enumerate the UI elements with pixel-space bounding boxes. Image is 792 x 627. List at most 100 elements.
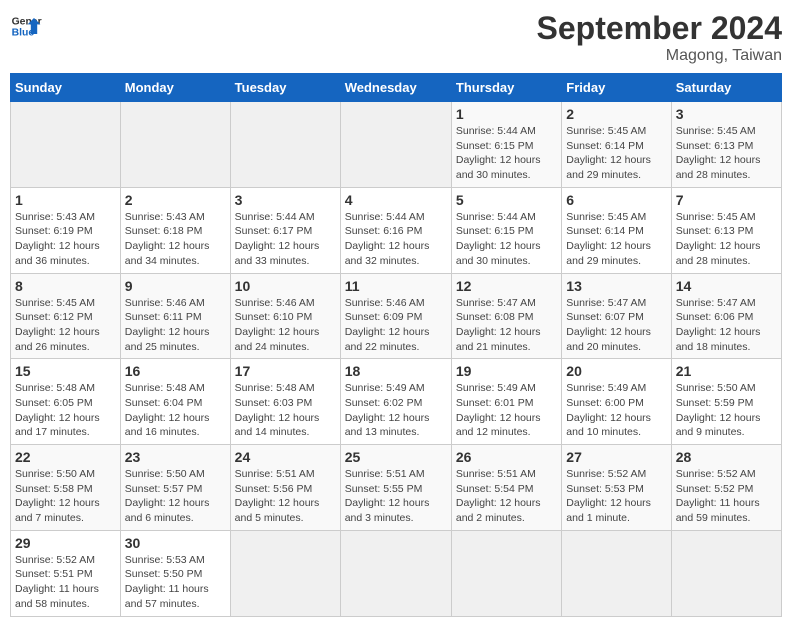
day-info: Sunrise: 5:51 AMSunset: 5:56 PMDaylight:… [235,467,336,526]
calendar-cell: 8Sunrise: 5:45 AMSunset: 6:12 PMDaylight… [11,273,121,359]
day-info: Sunrise: 5:45 AMSunset: 6:14 PMDaylight:… [566,210,666,269]
calendar-table: SundayMondayTuesdayWednesdayThursdayFrid… [10,73,782,617]
day-number: 1 [15,192,116,208]
day-number: 8 [15,278,116,294]
day-number: 1 [456,106,557,122]
calendar-cell: 5 Sunrise: 5:44 AMSunset: 6:15 PMDaylight… [451,187,561,273]
day-number: 17 [235,363,336,379]
month-title: September 2024 [537,10,782,47]
day-number: 16 [125,363,226,379]
day-info: Sunrise: 5:53 AMSunset: 5:50 PMDaylight:… [125,553,226,612]
day-number: 30 [125,535,226,551]
calendar-week-0: 1 Sunrise: 5:44 AMSunset: 6:15 PMDaylight… [11,102,782,188]
calendar-cell: 20 Sunrise: 5:49 AMSunset: 6:00 PMDayligh… [562,359,671,445]
day-info: Sunrise: 5:44 AMSunset: 6:17 PMDaylight:… [235,210,336,269]
day-info: Sunrise: 5:52 AMSunset: 5:52 PMDaylight:… [676,467,777,526]
day-info: Sunrise: 5:49 AMSunset: 6:01 PMDaylight:… [456,381,557,440]
calendar-cell: 26 Sunrise: 5:51 AMSunset: 5:54 PMDayligh… [451,445,561,531]
calendar-week-4: 22 Sunrise: 5:50 AMSunset: 5:58 PMDayligh… [11,445,782,531]
day-number: 15 [15,363,116,379]
day-info: Sunrise: 5:50 AMSunset: 5:58 PMDaylight:… [15,467,116,526]
calendar-cell [671,530,781,616]
day-info: Sunrise: 5:43 AMSunset: 6:18 PMDaylight:… [125,210,226,269]
calendar-cell [230,102,340,188]
day-number: 7 [676,192,777,208]
day-number: 2 [566,106,666,122]
day-number: 3 [676,106,777,122]
calendar-cell: 24Sunrise: 5:51 AMSunset: 5:56 PMDayligh… [230,445,340,531]
day-number: 19 [456,363,557,379]
day-info: Sunrise: 5:52 AMSunset: 5:53 PMDaylight:… [566,467,666,526]
calendar-cell: 4 Sunrise: 5:44 AMSunset: 6:16 PMDaylight… [340,187,451,273]
calendar-cell: 6 Sunrise: 5:45 AMSunset: 6:14 PMDaylight… [562,187,671,273]
calendar-cell [230,530,340,616]
logo-icon: General Blue [10,10,42,42]
calendar-cell: 27Sunrise: 5:52 AMSunset: 5:53 PMDayligh… [562,445,671,531]
calendar-cell: 3Sunrise: 5:44 AMSunset: 6:17 PMDaylight… [230,187,340,273]
day-info: Sunrise: 5:49 AMSunset: 6:02 PMDaylight:… [345,381,447,440]
day-info: Sunrise: 5:46 AMSunset: 6:09 PMDaylight:… [345,296,447,355]
calendar-cell: 25Sunrise: 5:51 AMSunset: 5:55 PMDayligh… [340,445,451,531]
day-info: Sunrise: 5:45 AMSunset: 6:14 PMDaylight:… [566,124,666,183]
calendar-cell: 23 Sunrise: 5:50 AMSunset: 5:57 PMDayligh… [120,445,230,531]
calendar-cell: 10Sunrise: 5:46 AMSunset: 6:10 PMDayligh… [230,273,340,359]
calendar-cell: 11 Sunrise: 5:46 AMSunset: 6:09 PMDayligh… [340,273,451,359]
calendar-cell: 9 Sunrise: 5:46 AMSunset: 6:11 PMDaylight… [120,273,230,359]
calendar-cell: 1 Sunrise: 5:43 AMSunset: 6:19 PMDaylight… [11,187,121,273]
day-info: Sunrise: 5:51 AMSunset: 5:54 PMDaylight:… [456,467,557,526]
day-number: 13 [566,278,666,294]
day-info: Sunrise: 5:48 AMSunset: 6:04 PMDaylight:… [125,381,226,440]
day-info: Sunrise: 5:50 AMSunset: 5:57 PMDaylight:… [125,467,226,526]
calendar-week-1: 1 Sunrise: 5:43 AMSunset: 6:19 PMDaylight… [11,187,782,273]
day-number: 25 [345,449,447,465]
day-info: Sunrise: 5:43 AMSunset: 6:19 PMDaylight:… [15,210,116,269]
day-number: 20 [566,363,666,379]
day-number: 26 [456,449,557,465]
day-info: Sunrise: 5:46 AMSunset: 6:10 PMDaylight:… [235,296,336,355]
calendar-cell [340,530,451,616]
calendar-cell: 13 Sunrise: 5:47 AMSunset: 6:07 PMDayligh… [562,273,671,359]
calendar-cell: 17Sunrise: 5:48 AMSunset: 6:03 PMDayligh… [230,359,340,445]
day-info: Sunrise: 5:44 AMSunset: 6:15 PMDaylight:… [456,124,557,183]
calendar-cell: 30 Sunrise: 5:53 AMSunset: 5:50 PMDayligh… [120,530,230,616]
calendar-cell: 7 Sunrise: 5:45 AMSunset: 6:13 PMDaylight… [671,187,781,273]
day-info: Sunrise: 5:50 AMSunset: 5:59 PMDaylight:… [676,381,777,440]
day-number: 11 [345,278,447,294]
day-info: Sunrise: 5:52 AMSunset: 5:51 PMDaylight:… [15,553,116,612]
day-number: 28 [676,449,777,465]
col-header-sunday: Sunday [11,74,121,102]
day-number: 4 [345,192,447,208]
day-info: Sunrise: 5:44 AMSunset: 6:16 PMDaylight:… [345,210,447,269]
calendar-cell [340,102,451,188]
calendar-cell: 15Sunrise: 5:48 AMSunset: 6:05 PMDayligh… [11,359,121,445]
col-header-monday: Monday [120,74,230,102]
calendar-cell: 18Sunrise: 5:49 AMSunset: 6:02 PMDayligh… [340,359,451,445]
day-number: 5 [456,192,557,208]
title-block: September 2024 Magong, Taiwan [537,10,782,65]
calendar-cell: 16 Sunrise: 5:48 AMSunset: 6:04 PMDayligh… [120,359,230,445]
day-info: Sunrise: 5:47 AMSunset: 6:07 PMDaylight:… [566,296,666,355]
day-number: 6 [566,192,666,208]
page-header: General Blue September 2024 Magong, Taiw… [10,10,782,65]
col-header-saturday: Saturday [671,74,781,102]
calendar-cell: 12 Sunrise: 5:47 AMSunset: 6:08 PMDayligh… [451,273,561,359]
day-number: 21 [676,363,777,379]
day-info: Sunrise: 5:49 AMSunset: 6:00 PMDaylight:… [566,381,666,440]
day-number: 9 [125,278,226,294]
day-info: Sunrise: 5:45 AMSunset: 6:13 PMDaylight:… [676,210,777,269]
calendar-cell: 28 Sunrise: 5:52 AMSunset: 5:52 PMDayligh… [671,445,781,531]
day-info: Sunrise: 5:47 AMSunset: 6:08 PMDaylight:… [456,296,557,355]
calendar-cell: 14Sunrise: 5:47 AMSunset: 6:06 PMDayligh… [671,273,781,359]
calendar-cell: 3Sunrise: 5:45 AMSunset: 6:13 PMDaylight… [671,102,781,188]
day-number: 23 [125,449,226,465]
day-number: 22 [15,449,116,465]
calendar-cell: 22 Sunrise: 5:50 AMSunset: 5:58 PMDayligh… [11,445,121,531]
logo: General Blue [10,10,42,42]
calendar-cell: 2Sunrise: 5:43 AMSunset: 6:18 PMDaylight… [120,187,230,273]
calendar-cell: 19 Sunrise: 5:49 AMSunset: 6:01 PMDayligh… [451,359,561,445]
calendar-cell [451,530,561,616]
location-subtitle: Magong, Taiwan [537,47,782,65]
day-info: Sunrise: 5:46 AMSunset: 6:11 PMDaylight:… [125,296,226,355]
day-info: Sunrise: 5:44 AMSunset: 6:15 PMDaylight:… [456,210,557,269]
day-number: 12 [456,278,557,294]
